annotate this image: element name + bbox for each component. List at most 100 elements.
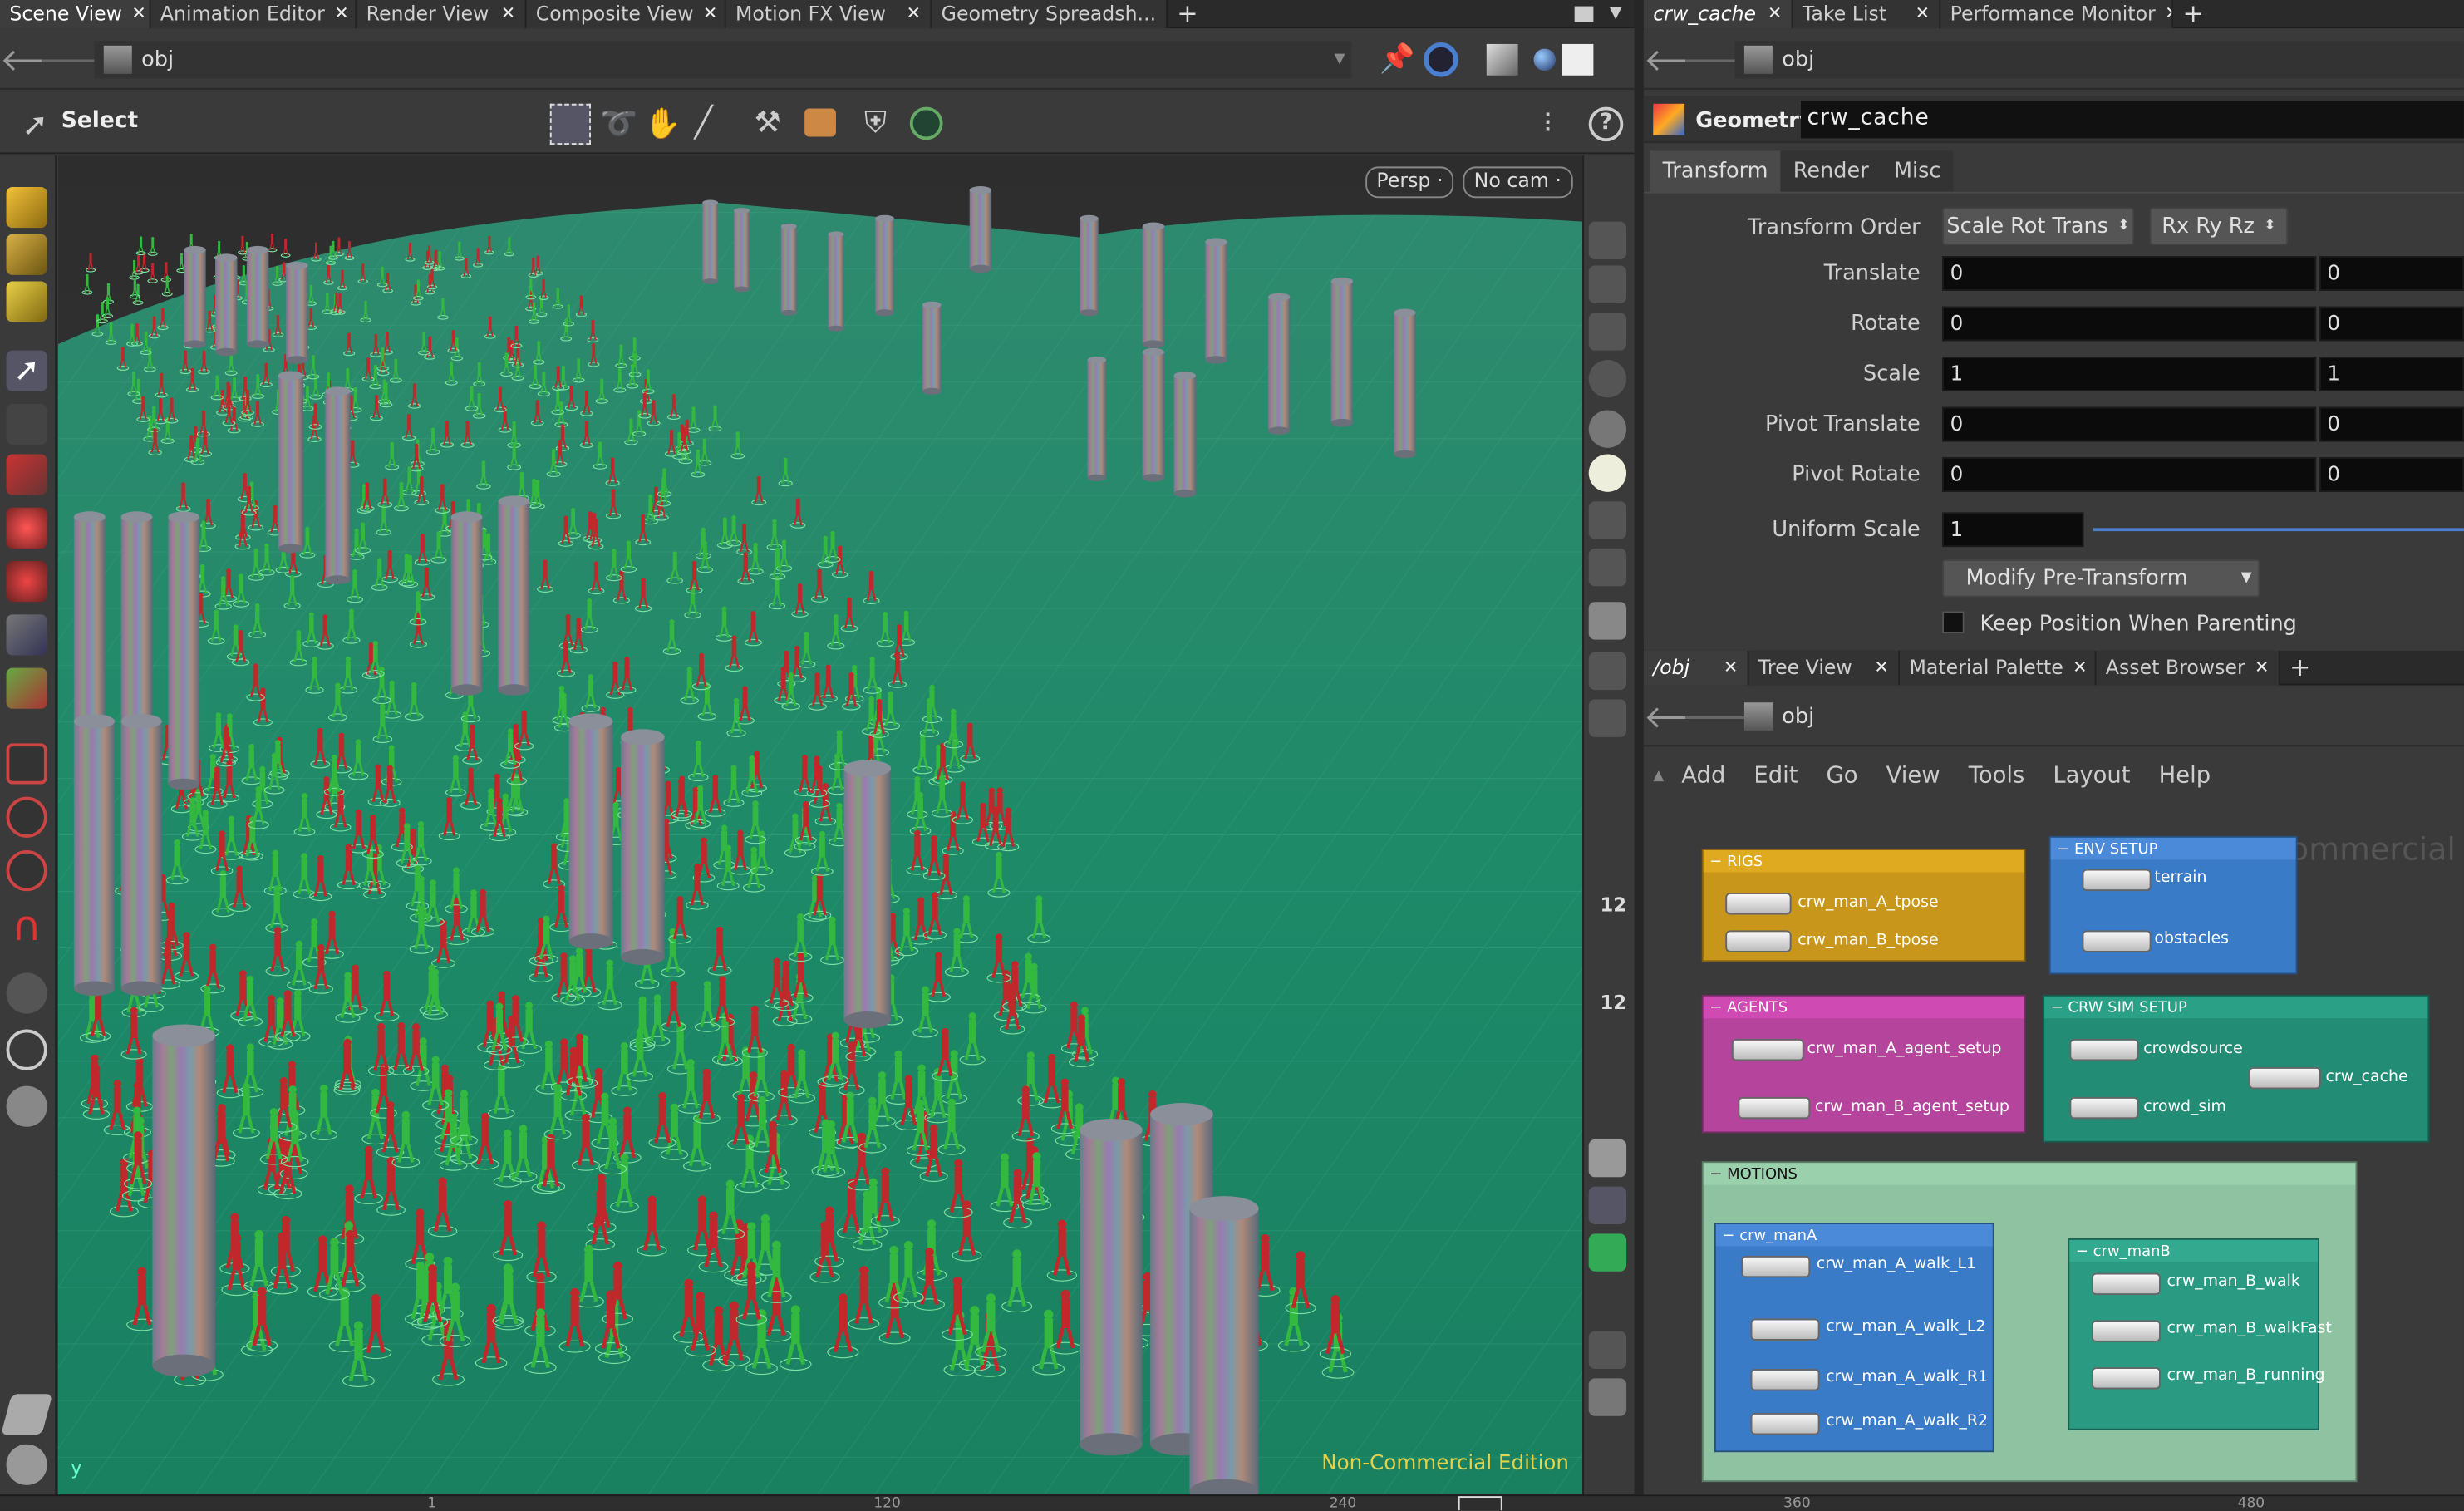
param-field-y[interactable]: 0 [2319, 306, 2464, 342]
box-select-icon[interactable] [549, 103, 591, 145]
param-field-x[interactable]: 0 [1942, 457, 2317, 492]
handle-tool-icon[interactable] [6, 454, 47, 495]
menu-tools[interactable]: Tools [1969, 764, 2025, 789]
scale-tool-icon[interactable] [6, 561, 47, 603]
close-icon[interactable]: ✕ [491, 3, 515, 24]
add-tab-icon[interactable]: + [2280, 652, 2320, 682]
flipbook-icon[interactable] [1588, 699, 1627, 737]
collapse-arrow-icon[interactable]: ▲ [1653, 769, 1669, 785]
pane-divider[interactable] [1634, 0, 1644, 1495]
uniform-scale-slider[interactable] [2093, 528, 2464, 532]
back-arrow-icon[interactable]: 🡐 [1644, 697, 1728, 735]
snap-grid-icon[interactable] [6, 743, 47, 785]
camera-link-icon[interactable] [1424, 42, 1459, 76]
mocap-node[interactable] [1750, 1412, 1820, 1435]
laser-select-icon[interactable]: ╱ [695, 106, 713, 140]
timeline[interactable]: 1 120 240 360 480 [0, 1494, 2464, 1511]
select-groups-icon[interactable]: ⚒ [755, 106, 781, 140]
chevron-down-icon[interactable]: ▼ [1610, 5, 1622, 22]
menu-add[interactable]: Add [1681, 764, 1725, 789]
light-bulb-icon[interactable] [1588, 454, 1627, 492]
point-icon[interactable] [1588, 752, 1627, 791]
magnet-icon[interactable]: ∩ [7, 907, 47, 947]
add-tab-icon[interactable]: + [2173, 0, 2213, 28]
normals-icon[interactable] [1588, 1041, 1627, 1080]
close-icon[interactable]: ✕ [2245, 657, 2269, 677]
select-children-icon[interactable] [804, 108, 836, 137]
param-field-x[interactable]: 0 [1942, 306, 2317, 342]
display-options-icon[interactable]: ⁝ [1543, 106, 1552, 140]
agent-node[interactable] [1738, 1096, 1811, 1120]
close-icon[interactable]: ✕ [122, 3, 145, 24]
forward-arrow-icon[interactable]: 🡒 [1681, 40, 1765, 77]
modify-pre-transform-button[interactable]: Modify Pre-Transform ▼ [1942, 559, 2260, 598]
mocap-node[interactable] [1725, 930, 1792, 952]
network-box-crw-man-a[interactable]: − crw_manA crw_man_A_walk_L1 crw_man_A_w… [1714, 1223, 1994, 1453]
close-icon[interactable]: ✕ [1758, 3, 1782, 24]
gear-icon[interactable] [6, 1444, 47, 1485]
uniform-scale-field[interactable]: 1 [1942, 512, 2084, 548]
param-field-x[interactable]: 1 [1942, 357, 2317, 391]
obstacles-node[interactable] [2082, 930, 2152, 952]
tab-motion-fx-view[interactable]: Motion FX View ✕ [725, 0, 932, 28]
tab-take-list[interactable]: Take List ✕ [1793, 0, 1941, 28]
secure-selection-icon[interactable]: ⛨ [864, 106, 887, 140]
tab-render-view[interactable]: Render View ✕ [357, 0, 527, 28]
network-editor[interactable]: Non-Commercial − RIGS crw_man_A_tpose cr… [1643, 805, 2464, 1495]
tab-animation-editor[interactable]: Animation Editor ✕ [150, 0, 357, 28]
pick-mode-icon[interactable] [909, 106, 943, 140]
forward-arrow-icon[interactable]: 🡒 [1681, 697, 1765, 735]
tab-crw-cache[interactable]: crw_cache ✕ [1643, 0, 1793, 28]
tab-material-palette[interactable]: Material Palette ✕ [1900, 649, 2097, 685]
network-box-crw-sim[interactable]: − CRW SIM SETUP crowdsource crowd_sim cr… [2043, 994, 2430, 1143]
back-arrow-icon[interactable]: 🡐 [0, 40, 84, 77]
light-icon[interactable] [1588, 548, 1627, 587]
tab-asset-browser[interactable]: Asset Browser ✕ [2096, 649, 2280, 685]
wire-shaded-icon[interactable] [1588, 410, 1627, 448]
param-field-x[interactable]: 0 [1942, 406, 2317, 442]
tab-misc[interactable]: Misc [1881, 150, 1954, 192]
point-numbers-icon[interactable]: 12 [1588, 893, 1627, 933]
network-box-motions[interactable]: − MOTIONS − crw_manA crw_man_A_walk_L1 c… [1701, 1161, 2358, 1483]
param-field-y[interactable]: 0 [2319, 256, 2464, 291]
close-icon[interactable]: ✕ [325, 3, 348, 24]
move-tool-icon[interactable] [6, 403, 47, 445]
tab-performance-monitor[interactable]: Performance Monitor✕ [1940, 0, 2174, 28]
origin-icon[interactable] [1588, 1281, 1627, 1319]
path-field[interactable]: obj ▼ [94, 40, 1352, 78]
ghost-icon[interactable] [1588, 221, 1627, 259]
tab-composite-view[interactable]: Composite View ✕ [526, 0, 726, 28]
tab-render[interactable]: Render [1780, 150, 1881, 192]
mocap-node[interactable] [1750, 1368, 1820, 1391]
menu-go[interactable]: Go [1827, 764, 1858, 789]
menu-edit[interactable]: Edit [1753, 764, 1798, 789]
select-tool-icon[interactable]: ➚ [6, 350, 47, 391]
prim-numbers-icon[interactable]: 12 [1588, 992, 1627, 1030]
rotate-order-select[interactable]: Rx Ry Rz ⬍ [2149, 207, 2289, 245]
current-frame-marker[interactable] [1458, 1496, 1502, 1511]
chevron-down-icon[interactable]: ▼ [1335, 51, 1352, 66]
display-cube-icon[interactable] [1487, 42, 1519, 75]
mocap-node[interactable] [1741, 1255, 1811, 1278]
network-box-agents[interactable]: − AGENTS crw_man_A_agent_setup crw_man_B… [1701, 994, 2026, 1134]
background-icon[interactable] [1562, 42, 1595, 75]
bounding-box-icon[interactable] [1588, 1233, 1627, 1272]
checker-icon[interactable] [1588, 1139, 1627, 1178]
shading-icon[interactable] [1588, 602, 1627, 640]
background-image-icon[interactable] [1588, 1378, 1627, 1416]
forward-arrow-icon[interactable]: 🡒 [37, 40, 121, 77]
tab-transform[interactable]: Transform [1650, 150, 1781, 192]
viewport[interactable]: Persp · No cam · Non-Commercial Edition … [57, 155, 1583, 1495]
param-field-y[interactable]: 0 [2319, 406, 2464, 442]
crowdsource-node[interactable] [2069, 1038, 2139, 1061]
brush-select-icon[interactable]: ✋ [644, 106, 681, 142]
brush-icon[interactable] [1588, 800, 1627, 838]
network-box-env-setup[interactable]: − ENV SETUP terrain obstacles [2048, 835, 2298, 975]
headlight-icon[interactable] [1588, 501, 1627, 539]
close-icon[interactable]: ✕ [1714, 657, 1738, 677]
tab-scene-view[interactable]: Scene View ✕ [0, 0, 151, 28]
keep-position-checkbox[interactable] [1942, 611, 1965, 634]
snap-point-icon[interactable] [6, 849, 47, 892]
unselectable-icon[interactable] [1588, 360, 1627, 398]
close-icon[interactable]: ✕ [2063, 657, 2087, 677]
